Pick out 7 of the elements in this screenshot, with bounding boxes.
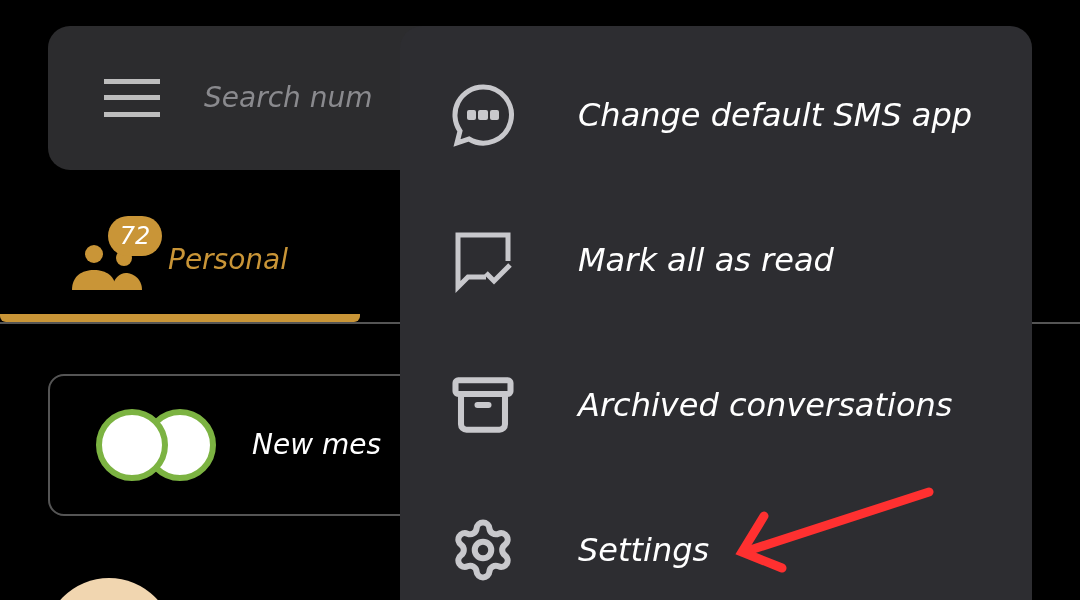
menu-item[interactable]: Mark all as read bbox=[400, 187, 1032, 332]
menu-icon[interactable] bbox=[104, 79, 160, 117]
message-preview: New mes bbox=[252, 427, 382, 463]
people-icon bbox=[72, 244, 142, 290]
search-placeholder: Search num bbox=[204, 80, 373, 116]
count-badge: 72 bbox=[108, 216, 162, 256]
sms-bubble-icon bbox=[450, 81, 516, 148]
